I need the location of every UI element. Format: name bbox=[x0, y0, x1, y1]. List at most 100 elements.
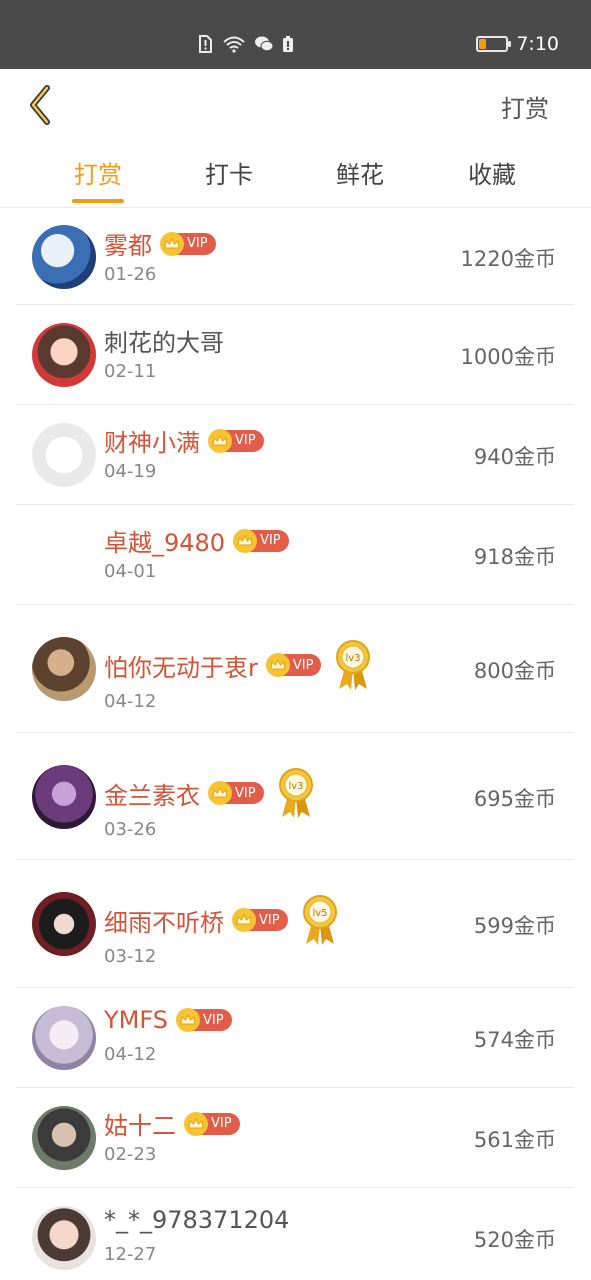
wechat-icon bbox=[255, 36, 274, 52]
reward-amount: 800金币 bbox=[473, 659, 556, 683]
crown-icon bbox=[232, 908, 256, 932]
vip-badge: VIP bbox=[208, 781, 264, 805]
tab-bar: 打赏 打卡 鲜花 收藏 bbox=[0, 145, 591, 208]
user-name-line: 细雨不听桥 VIP lv5 bbox=[104, 894, 338, 946]
battery-level bbox=[479, 39, 487, 49]
crown-icon bbox=[233, 528, 258, 553]
wifi-icon bbox=[223, 36, 245, 53]
list-item[interactable]: 怕你无动于衷r VIP lv3 04-12 800金币 bbox=[16, 605, 574, 733]
tab-favorites[interactable]: 收藏 bbox=[452, 155, 532, 190]
user-name-line: 刺花的大哥 bbox=[104, 323, 224, 358]
user-name[interactable]: YMFS bbox=[104, 1006, 168, 1034]
page-title: 打赏 bbox=[501, 95, 549, 123]
reward-date: 03-12 bbox=[104, 946, 157, 967]
user-name-line: YMFS VIP bbox=[104, 1006, 232, 1034]
vip-label: VIP bbox=[260, 533, 281, 548]
avatar[interactable] bbox=[32, 1106, 96, 1170]
vip-label: VIP bbox=[235, 433, 256, 448]
vip-badge: VIP bbox=[184, 1111, 240, 1136]
reward-date: 04-12 bbox=[104, 1044, 157, 1065]
user-name[interactable]: 金兰素衣 bbox=[104, 776, 200, 811]
vip-badge: VIP bbox=[160, 231, 216, 256]
list-item[interactable]: *_*_978371204 12-27 520金币 bbox=[16, 1188, 574, 1280]
reward-amount: 574金币 bbox=[473, 1028, 556, 1052]
reward-date: 12-27 bbox=[104, 1244, 157, 1265]
avatar[interactable] bbox=[32, 1006, 96, 1070]
list-item[interactable]: 卓越_9480 VIP 04-01 918金币 bbox=[16, 505, 574, 605]
user-name[interactable]: 雾都 bbox=[104, 226, 152, 261]
vip-label: VIP bbox=[235, 785, 256, 801]
user-name-line: 卓越_9480 VIP bbox=[104, 523, 289, 558]
reward-amount: 695金币 bbox=[473, 787, 556, 811]
sim-alert-icon bbox=[199, 35, 212, 53]
nav-bar: 打赏 bbox=[0, 69, 591, 141]
user-name-line: 财神小满 VIP bbox=[104, 423, 264, 458]
reward-date: 02-23 bbox=[104, 1144, 157, 1165]
user-name[interactable]: 怕你无动于衷r bbox=[104, 648, 258, 683]
reward-date: 04-19 bbox=[104, 461, 157, 482]
avatar[interactable] bbox=[32, 523, 96, 587]
avatar[interactable] bbox=[32, 225, 96, 289]
list-item[interactable]: 雾都 VIP 01-26 1220金币 bbox=[16, 208, 574, 305]
back-button[interactable] bbox=[18, 81, 62, 129]
user-name[interactable]: 卓越_9480 bbox=[104, 523, 225, 558]
vip-badge: VIP bbox=[208, 428, 264, 453]
user-name[interactable]: 姑十二 bbox=[104, 1106, 176, 1141]
vip-badge: VIP bbox=[232, 908, 288, 932]
vip-badge: VIP bbox=[175, 1008, 232, 1032]
tab-flowers[interactable]: 鲜花 bbox=[320, 155, 400, 190]
vip-label: VIP bbox=[187, 236, 208, 251]
crown-icon bbox=[175, 1008, 200, 1032]
vip-badge: VIP bbox=[233, 528, 289, 553]
list-item[interactable]: YMFS VIP 04-12 574金币 bbox=[16, 988, 574, 1088]
avatar[interactable] bbox=[32, 892, 96, 956]
reward-date: 03-26 bbox=[104, 819, 157, 840]
reward-date: 04-01 bbox=[104, 561, 157, 582]
status-bar: 7:10 bbox=[0, 0, 591, 69]
tab-checkin[interactable]: 打卡 bbox=[189, 155, 269, 190]
crown-icon bbox=[265, 653, 290, 677]
reward-amount: 561金币 bbox=[473, 1128, 556, 1152]
avatar[interactable] bbox=[32, 1206, 96, 1270]
list-item[interactable]: 金兰素衣 VIP lv3 03-26 695金币 bbox=[16, 733, 574, 860]
user-name-line: 金兰素衣 VIP lv3 bbox=[104, 767, 314, 819]
reward-date: 01-26 bbox=[104, 264, 157, 285]
reward-amount: 520金币 bbox=[473, 1228, 556, 1252]
status-icons bbox=[196, 34, 294, 54]
status-time: 7:10 bbox=[516, 33, 559, 55]
reward-amount: 940金币 bbox=[473, 445, 556, 469]
user-name[interactable]: 细雨不听桥 bbox=[104, 903, 224, 938]
reward-amount: 1220金币 bbox=[460, 247, 556, 271]
avatar[interactable] bbox=[32, 637, 96, 701]
battery-saver-icon bbox=[283, 36, 293, 52]
svg-text:lv3: lv3 bbox=[288, 781, 303, 792]
user-name[interactable]: 财神小满 bbox=[104, 423, 200, 458]
reward-date: 02-11 bbox=[104, 361, 157, 382]
crown-icon bbox=[184, 1111, 208, 1136]
battery-icon bbox=[476, 36, 512, 52]
list-item[interactable]: 财神小满 VIP 04-19 940金币 bbox=[16, 405, 574, 505]
avatar[interactable] bbox=[32, 765, 96, 829]
user-name-line: *_*_978371204 bbox=[104, 1206, 289, 1234]
svg-text:lv5: lv5 bbox=[312, 908, 327, 919]
user-name-line: 姑十二 VIP bbox=[104, 1106, 240, 1141]
avatar[interactable] bbox=[32, 323, 96, 387]
list-item[interactable]: 姑十二 VIP 02-23 561金币 bbox=[16, 1088, 574, 1188]
user-name-line: 怕你无动于衷r VIP lv3 bbox=[104, 639, 371, 691]
level-medal-icon: lv3 bbox=[278, 767, 314, 819]
vip-label: VIP bbox=[259, 912, 280, 928]
user-name-line: 雾都 VIP bbox=[104, 226, 216, 261]
user-name[interactable]: 刺花的大哥 bbox=[104, 323, 224, 358]
crown-icon bbox=[160, 231, 184, 256]
crown-icon bbox=[208, 428, 232, 453]
vip-label: VIP bbox=[202, 1012, 224, 1028]
status-right: 7:10 bbox=[476, 33, 559, 55]
user-name[interactable]: *_*_978371204 bbox=[104, 1206, 289, 1234]
reward-list: 雾都 VIP 01-26 1220金币 刺花的大哥 02-11 1000金币 财神小满 VIP 0… bbox=[16, 208, 574, 1280]
avatar[interactable] bbox=[32, 423, 96, 487]
list-item[interactable]: 细雨不听桥 VIP lv5 03-12 599金币 bbox=[16, 860, 574, 988]
list-item[interactable]: 刺花的大哥 02-11 1000金币 bbox=[16, 305, 574, 405]
reward-amount: 599金币 bbox=[473, 914, 556, 938]
reward-amount: 918金币 bbox=[473, 545, 556, 569]
tab-reward[interactable]: 打赏 bbox=[58, 155, 138, 190]
